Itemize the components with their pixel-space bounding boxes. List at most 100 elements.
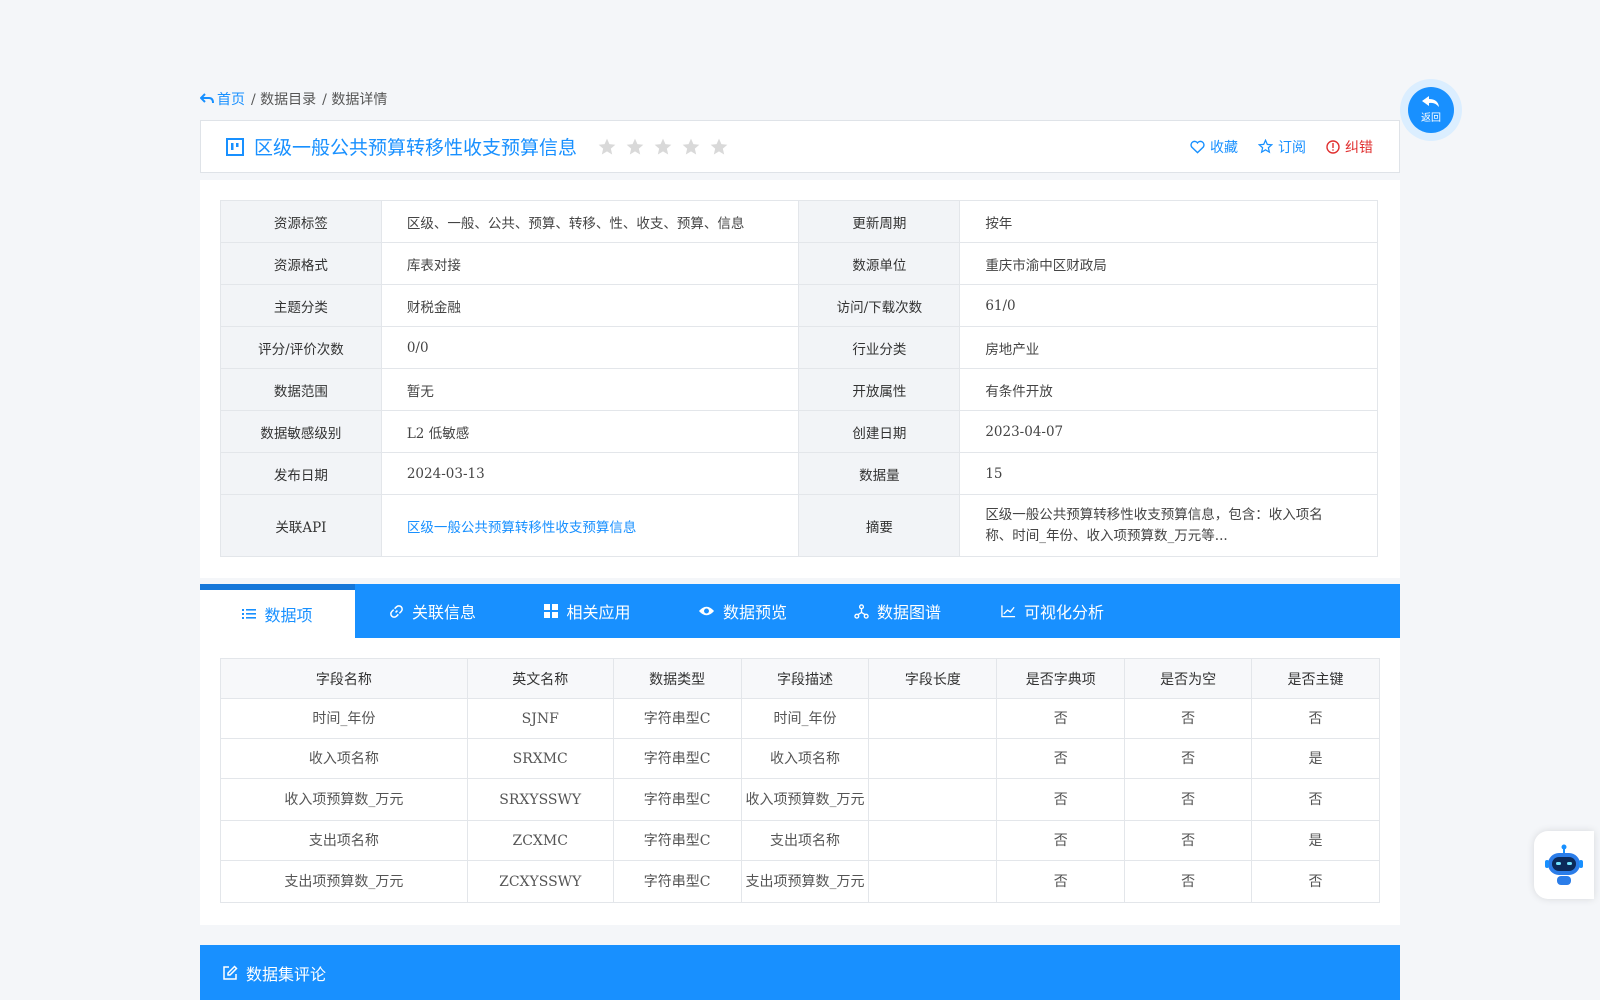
subscribe-button[interactable]: 订阅 — [1258, 137, 1306, 157]
info-value: 区级、一般、公共、预算、转移、性、收支、预算、信息 — [380, 200, 800, 243]
back-button-label: 返回 — [1421, 113, 1441, 124]
info-row: 发布日期 2024-03-13 数据量 15 — [220, 452, 1378, 495]
breadcrumb-catalog[interactable]: / 数据目录 — [251, 89, 316, 109]
info-value: 0/0 — [380, 326, 800, 369]
table-cell: 否 — [996, 860, 1126, 903]
table-cell: 否 — [1251, 778, 1380, 821]
fields-header-row: 字段名称 英文名称 数据类型 字段描述 字段长度 是否字典项 是否为空 是否主键 — [220, 658, 1380, 699]
info-label: 数据敏感级别 — [220, 410, 382, 453]
info-value: L2 低敏感 — [380, 410, 800, 453]
tab-label: 数据图谱 — [876, 603, 941, 622]
info-value: 2024-03-13 — [380, 452, 800, 495]
back-button-inner: 返回 — [1408, 87, 1454, 133]
breadcrumb-detail: / 数据详情 — [322, 92, 388, 108]
info-label: 摘要 — [798, 494, 961, 557]
table-cell: 时间_年份 — [220, 698, 468, 739]
table-row: 收入项名称 SRXMC 字符串型C 收入项名称否否是 — [220, 738, 1380, 779]
favorite-button[interactable]: 收藏 — [1190, 137, 1238, 157]
tab-related-info[interactable]: 关联信息 — [355, 584, 510, 638]
star-icon[interactable] — [625, 137, 645, 157]
info-row: 数据敏感级别 L2 低敏感 创建日期 2023-04-07 — [220, 410, 1378, 453]
table-cell: 否 — [996, 698, 1126, 739]
table-cell — [868, 698, 998, 739]
table-cell: 否 — [1124, 860, 1253, 903]
table-cell: ZCXMC — [466, 820, 614, 861]
table-cell: 否 — [996, 738, 1126, 779]
table-cell: ZCXYSSWY — [466, 860, 614, 903]
star-icon[interactable] — [709, 137, 729, 157]
back-arrow-icon — [200, 93, 214, 104]
dataset-header: 区级一般公共预算转移性收支预算信息 收藏 订阅 纠错 — [200, 120, 1400, 173]
table-cell: 是 — [1251, 738, 1380, 779]
robot-icon — [1545, 844, 1583, 885]
breadcrumb: 首页 / 数据目录 / 数据详情 — [200, 89, 387, 109]
table-cell — [868, 778, 998, 821]
tab-related-apps[interactable]: 相关应用 — [510, 584, 665, 638]
star-outline-icon — [1258, 139, 1273, 154]
assistant-robot-button[interactable] — [1534, 831, 1594, 899]
table-row: 收入项预算数_万元 SRXYSSWY 字符串型C 收入项预算数_万元否否否 — [220, 778, 1380, 821]
grid-icon — [544, 604, 559, 618]
info-row: 关联API 区级一般公共预算转移性收支预算信息 摘要 区级一般公共预算转移性收支预算信… — [220, 494, 1378, 557]
breadcrumb-home-link[interactable]: 首页 — [200, 89, 245, 109]
info-row: 评分/评价次数 0/0 行业分类 房地产业 — [220, 326, 1378, 369]
header-actions: 收藏 订阅 纠错 — [1190, 121, 1373, 172]
tab-data-graph[interactable]: 数据图谱 — [820, 584, 975, 638]
list-icon — [242, 609, 257, 619]
info-value: 15 — [959, 452, 1378, 495]
table-cell — [868, 860, 998, 903]
column-header: 字段长度 — [868, 658, 998, 699]
info-row: 资源格式 库表对接 数源单位 重庆市渝中区财政局 — [220, 242, 1378, 285]
table-row: 时间_年份 SJNF 字符串型C 时间_年份否否否 — [220, 698, 1380, 739]
table-cell: 否 — [1124, 738, 1253, 779]
tab-label: 数据项 — [264, 606, 313, 625]
info-label: 数源单位 — [798, 242, 961, 285]
table-cell: 否 — [996, 820, 1126, 861]
related-api-link[interactable]: 区级一般公共预算转移性收支预算信息 — [380, 494, 800, 557]
favorite-label: 收藏 — [1210, 139, 1238, 156]
column-header: 是否为空 — [1124, 658, 1253, 699]
tab-data-items[interactable]: 数据项 — [200, 584, 355, 638]
table-cell: 字符串型C — [612, 860, 742, 903]
graph-nodes-icon — [854, 603, 869, 619]
column-header: 字段名称 — [220, 658, 468, 699]
table-cell: 否 — [996, 778, 1126, 821]
page-title: 区级一般公共预算转移性收支预算信息 — [254, 137, 578, 159]
table-cell: 收入项名称 — [740, 738, 870, 779]
star-icon[interactable] — [653, 137, 673, 157]
table-cell: 否 — [1251, 860, 1380, 903]
tab-visual-analysis[interactable]: 可视化分析 — [975, 584, 1130, 638]
info-label: 主题分类 — [220, 284, 382, 327]
fields-table: 字段名称 英文名称 数据类型 字段描述 字段长度 是否字典项 是否为空 是否主键 时间_年份 S… — [220, 658, 1380, 903]
back-button[interactable]: 返回 — [1400, 79, 1462, 141]
info-label: 访问/下载次数 — [798, 284, 961, 327]
info-value: 按年 — [959, 200, 1378, 243]
info-label: 数据量 — [798, 452, 961, 495]
table-row: 支出项名称 ZCXMC 字符串型C 支出项名称否否是 — [220, 820, 1380, 861]
table-cell: 支出项名称 — [740, 820, 870, 861]
table-row: 支出项预算数_万元 ZCXYSSWY 字符串型C 支出项预算数_万元否否否 — [220, 860, 1380, 903]
info-row: 资源标签 区级、一般、公共、预算、转移、性、收支、预算、信息 更新周期 按年 — [220, 200, 1378, 243]
table-cell: 字符串型C — [612, 698, 742, 739]
info-row: 数据范围 暂无 开放属性 有条件开放 — [220, 368, 1378, 411]
info-value: 61/0 — [959, 284, 1378, 327]
data-items-panel: 字段名称 英文名称 数据类型 字段描述 字段长度 是否字典项 是否为空 是否主键 时间_年份 S… — [200, 638, 1400, 925]
rating-stars[interactable] — [597, 137, 729, 157]
info-value: 房地产业 — [959, 326, 1378, 369]
tab-data-preview[interactable]: 数据预览 — [665, 584, 820, 638]
summary-value: 区级一般公共预算转移性收支预算信息，包含：收入项名称、时间_年份、收入项预算数_… — [959, 494, 1378, 557]
info-value: 财税金融 — [380, 284, 800, 327]
star-icon[interactable] — [681, 137, 701, 157]
dataset-icon — [226, 137, 244, 156]
info-label: 创建日期 — [798, 410, 961, 453]
info-value: 重庆市渝中区财政局 — [959, 242, 1378, 285]
info-label: 行业分类 — [798, 326, 961, 369]
table-cell: 支出项预算数_万元 — [740, 860, 870, 903]
tab-label: 数据预览 — [722, 603, 787, 622]
dataset-info-table: 资源标签 区级、一般、公共、预算、转移、性、收支、预算、信息 更新周期 按年 资源格式库… — [220, 200, 1378, 557]
table-cell: 支出项名称 — [220, 820, 468, 861]
info-label: 资源标签 — [220, 200, 382, 243]
star-icon[interactable] — [597, 137, 617, 157]
report-error-button[interactable]: 纠错 — [1326, 137, 1373, 157]
table-cell: 收入项预算数_万元 — [740, 778, 870, 821]
